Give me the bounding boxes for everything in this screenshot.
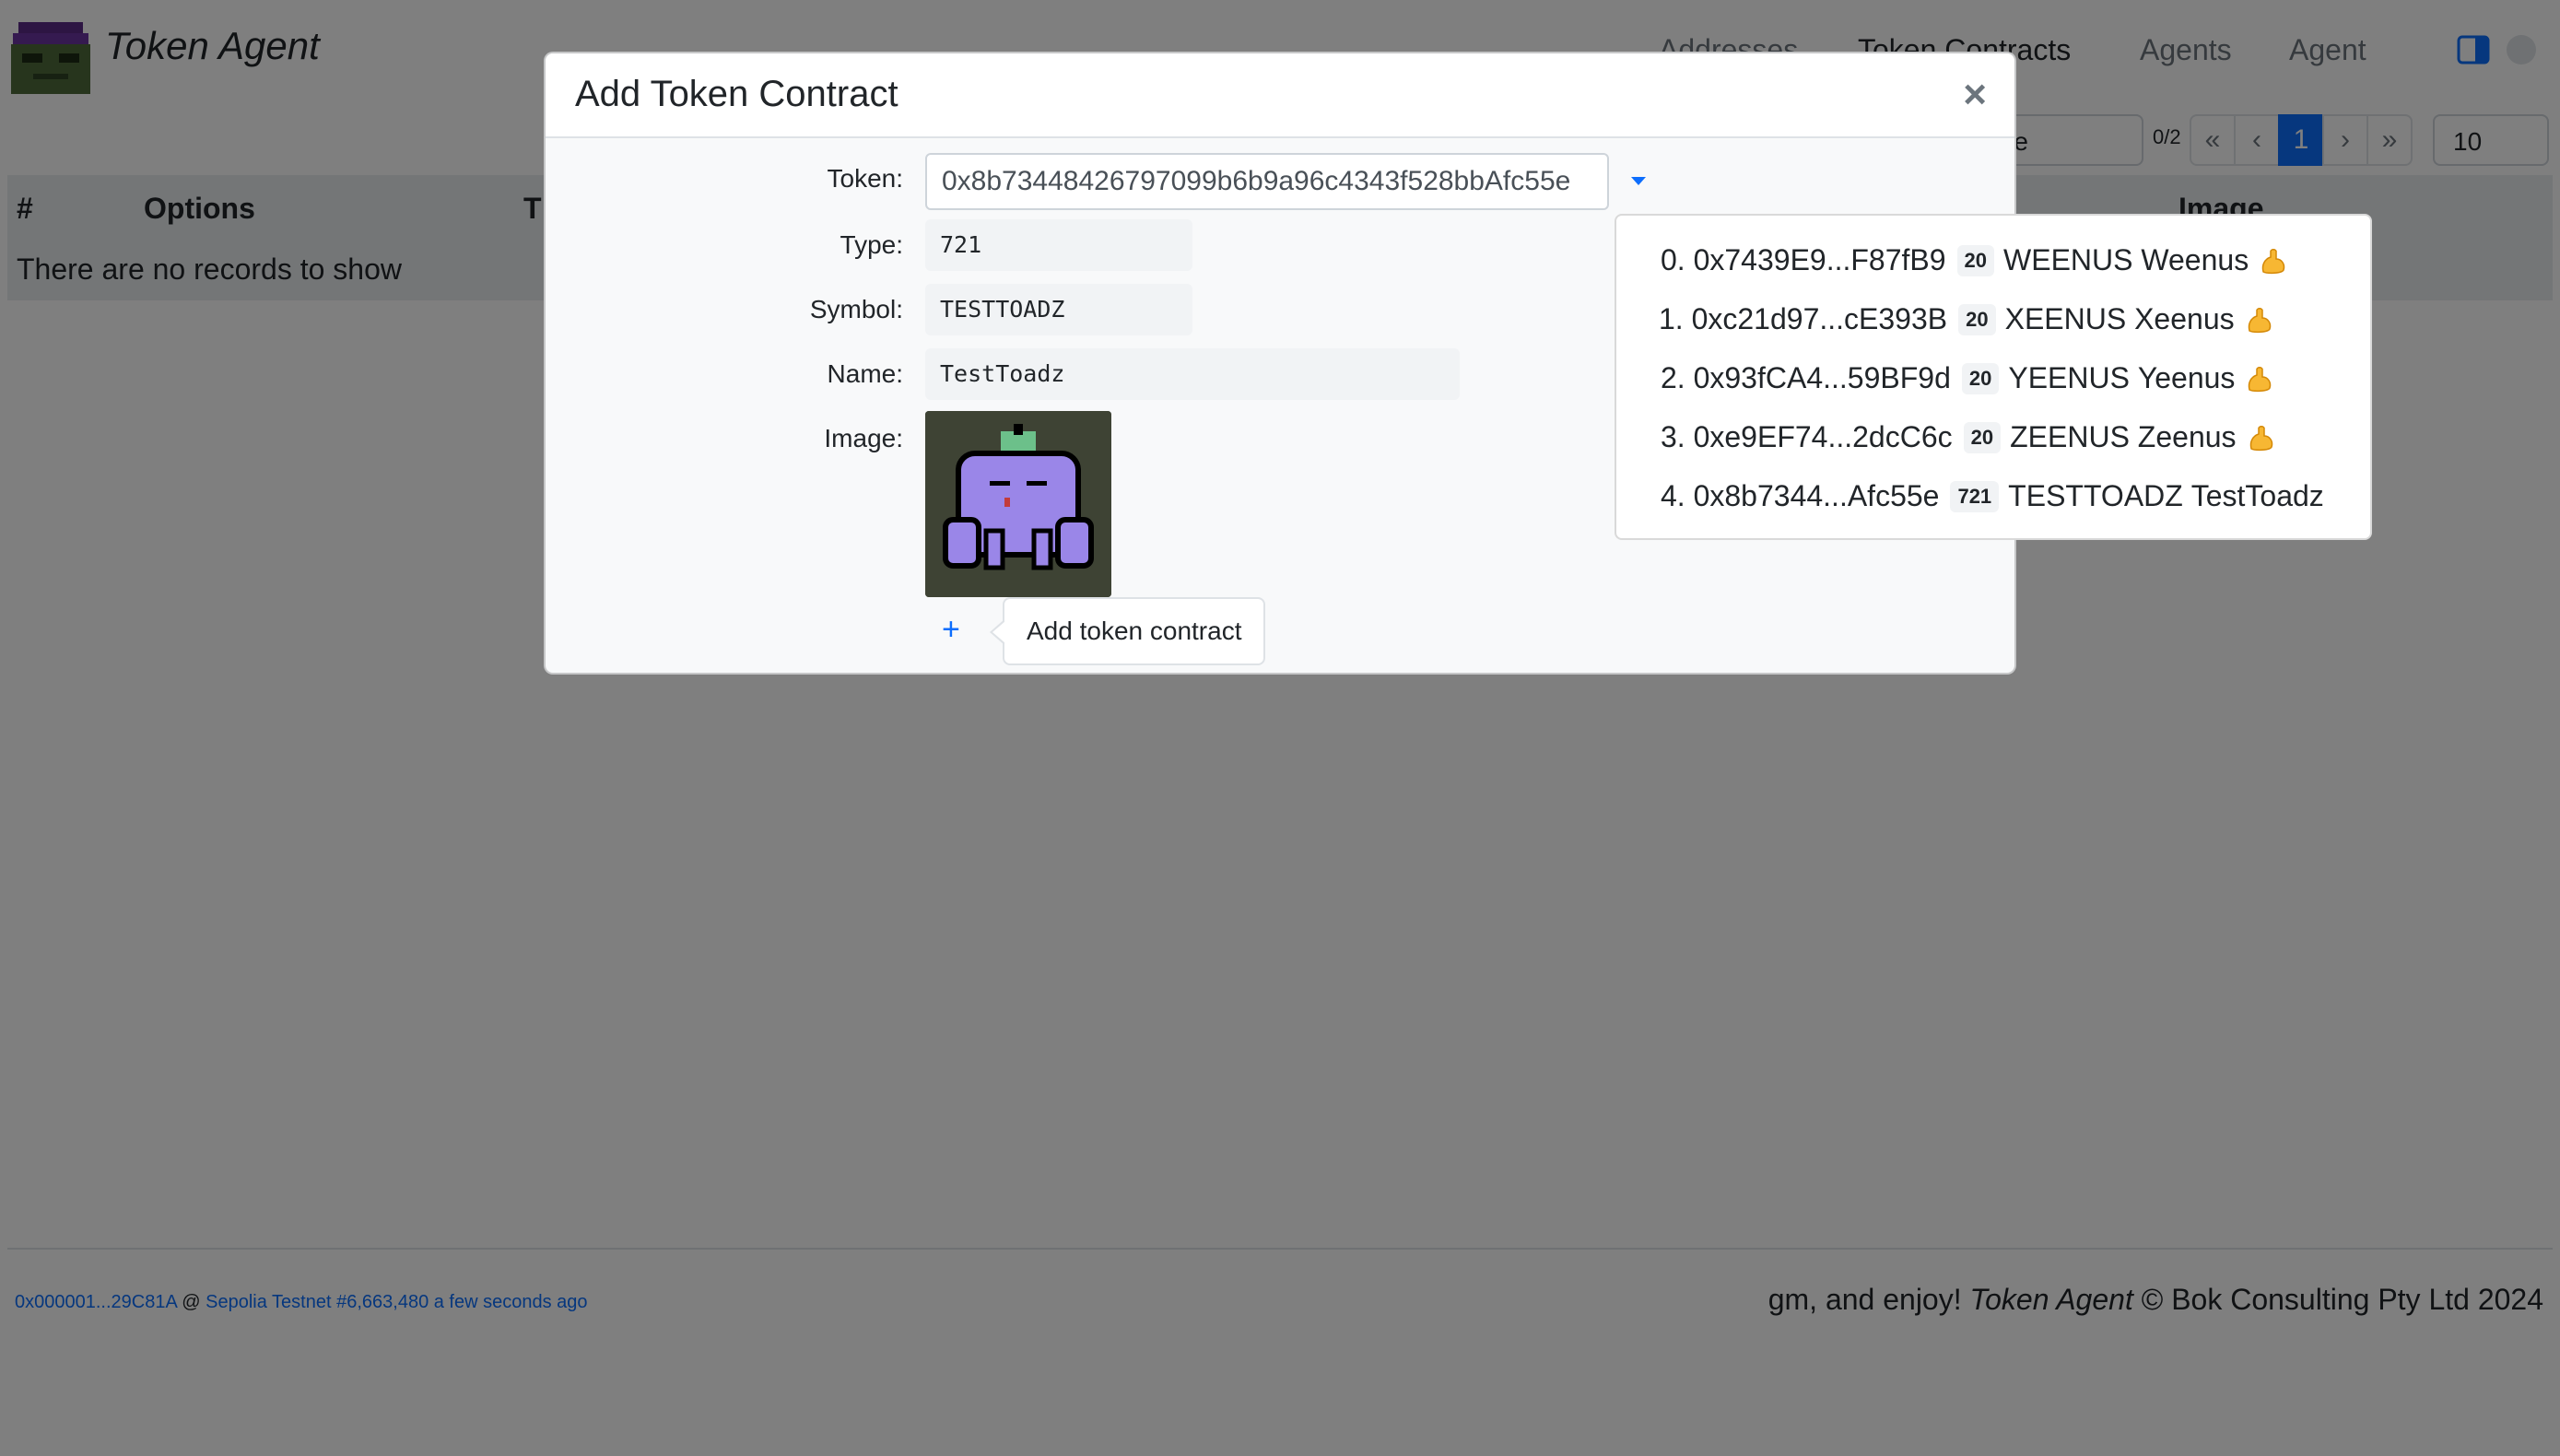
type-field: 721 (925, 219, 1192, 271)
item-address: 0xe9EF74...2dcC6c (1693, 420, 1953, 453)
item-name: Xeenus (2134, 302, 2235, 335)
flexed-biceps-icon (2249, 425, 2272, 451)
symbol-label: Symbol: (809, 295, 903, 323)
item-symbol: YEENUS (2008, 361, 2130, 394)
item-address: 0x7439E9...F87fB9 (1693, 243, 1946, 276)
toad-nft-image (925, 411, 1111, 597)
item-name: Yeenus (2137, 361, 2236, 394)
token-input-value: 0x8b73448426797099b6b9a96c4343f528bbAfc5… (942, 166, 1571, 196)
token-label: Token: (827, 164, 904, 193)
token-input[interactable]: 0x8b73448426797099b6b9a96c4343f528bbAfc5… (925, 153, 1609, 210)
tooltip-arrow (990, 619, 1005, 645)
item-symbol: WEENUS (2003, 243, 2133, 276)
flexed-biceps-icon (2261, 248, 2285, 274)
item-type-badge: 20 (1963, 421, 2002, 453)
add-token-button[interactable]: + (942, 612, 960, 648)
caret-down-icon[interactable] (1627, 170, 1650, 192)
item-index: 1. (1659, 302, 1684, 335)
item-type-badge: 20 (1958, 303, 1996, 335)
item-index: 2. (1661, 361, 1685, 394)
flexed-biceps-icon (2248, 307, 2271, 333)
item-name: Zeenus (2137, 420, 2237, 453)
image-label: Image: (824, 424, 903, 452)
token-dropdown-menu: 0. 0x7439E9...F87fB9 20 WEENUS Weenus 1. 0… (1615, 214, 2372, 540)
item-address: 0x93fCA4...59BF9d (1693, 361, 1951, 394)
item-symbol: ZEENUS (2010, 420, 2130, 453)
token-image (925, 411, 1111, 597)
item-name: Weenus (2141, 243, 2249, 276)
dropdown-item[interactable]: 1. 0xc21d97...cE393B 20 XEENUS Xeenus (1659, 302, 2273, 336)
modal-title: Add Token Contract (575, 74, 898, 114)
symbol-value: TESTTOADZ (940, 296, 1065, 323)
type-value: 721 (940, 231, 982, 258)
symbol-field: TESTTOADZ (925, 284, 1192, 335)
item-symbol: TESTTOADZ (2008, 479, 2183, 512)
flexed-biceps-icon (2249, 366, 2272, 392)
item-address: 0x8b7344...Afc55e (1693, 479, 1940, 512)
item-name: TestToadz (2190, 479, 2324, 512)
type-label: Type: (840, 230, 903, 259)
dropdown-item[interactable]: 3. 0xe9EF74...2dcC6c 20 ZEENUS Zeenus (1661, 420, 2275, 454)
add-token-tooltip: Add token contract (990, 597, 1266, 665)
dropdown-item[interactable]: 2. 0x93fCA4...59BF9d 20 YEENUS Yeenus (1661, 361, 2273, 395)
item-index: 4. (1661, 479, 1685, 512)
dropdown-item[interactable]: 4. 0x8b7344...Afc55e 721 TESTTOADZ TestToa… (1661, 479, 2324, 513)
item-type-badge: 721 (1950, 480, 2000, 512)
item-type-badge: 20 (1961, 362, 2000, 394)
tooltip-text: Add token contract (1027, 616, 1242, 645)
item-index: 3. (1661, 420, 1685, 453)
name-label: Name: (827, 359, 903, 388)
name-value: TestToadz (940, 360, 1065, 387)
item-address: 0xc21d97...cE393B (1691, 302, 1948, 335)
item-index: 0. (1661, 243, 1685, 276)
item-symbol: XEENUS (2004, 302, 2127, 335)
dropdown-item[interactable]: 0. 0x7439E9...F87fB9 20 WEENUS Weenus (1661, 243, 2287, 277)
item-type-badge: 20 (1956, 244, 1995, 276)
name-field: TestToadz (925, 348, 1460, 400)
modal-header: Add Token Contract × (546, 53, 2014, 138)
close-icon[interactable]: × (1963, 72, 1987, 118)
